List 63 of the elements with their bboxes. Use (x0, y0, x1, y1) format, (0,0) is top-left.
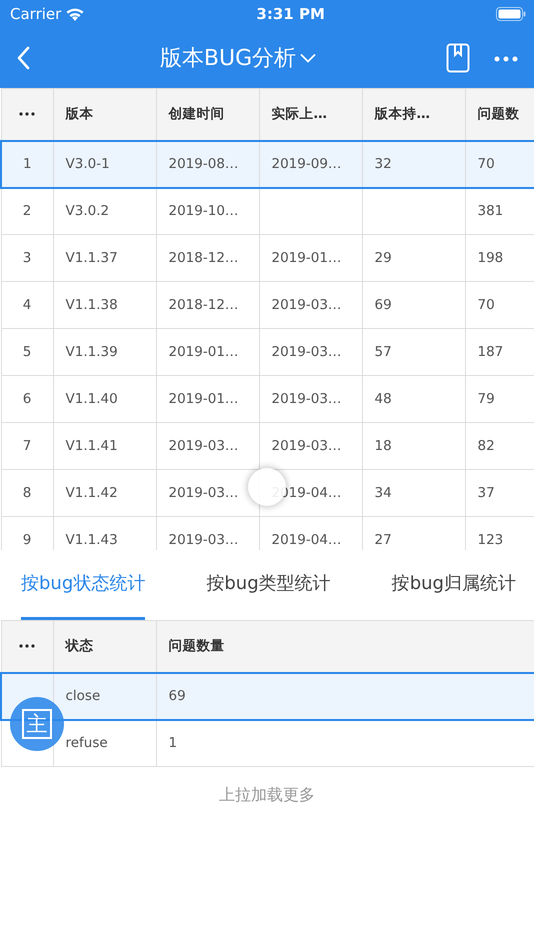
chevron-down-icon (300, 53, 316, 63)
row-number: 6 (1, 376, 53, 422)
table-cell: 70 (465, 140, 534, 188)
row-number: 8 (1, 470, 53, 516)
table-cell: 2019-03… (259, 376, 362, 422)
column-header: 创建时间 (156, 88, 259, 140)
table-cell: V1.1.42 (53, 470, 156, 516)
table-cell: 2018-12… (156, 234, 259, 282)
more-icon[interactable] (19, 644, 35, 648)
table-cell: 32 (362, 140, 465, 188)
bookmark-icon (446, 43, 470, 73)
battery-icon (496, 7, 526, 21)
table-cell: 57 (362, 328, 465, 376)
column-header: 版本 (53, 88, 156, 140)
column-header: 实际上… (259, 88, 362, 140)
more-icon[interactable] (19, 112, 35, 116)
table-cell: V1.1.37 (53, 234, 156, 282)
row-number: 4 (1, 282, 53, 328)
back-button[interactable] (16, 46, 30, 70)
table-cell: 69 (156, 672, 534, 720)
table-cell: 2019-01… (259, 234, 362, 282)
table-cell: 18 (362, 422, 465, 470)
row-number: 1 (1, 140, 53, 188)
floating-action-button[interactable]: 主 (10, 697, 64, 751)
clock-time: 3:31 PM (256, 4, 325, 25)
bookmark-button[interactable] (446, 43, 470, 73)
row-number: 5 (1, 328, 53, 376)
table-cell: 2019-08… (156, 140, 259, 188)
table-cell: V1.1.40 (53, 376, 156, 422)
column-header: 问题数 (465, 88, 534, 140)
row-number: 7 (1, 422, 53, 470)
table-cell: 34 (362, 470, 465, 516)
back-icon (16, 46, 30, 70)
table-cell: V1.1.39 (53, 328, 156, 376)
row-number: 2 (1, 188, 53, 234)
table-cell: V1.1.38 (53, 282, 156, 328)
load-more-hint: 上拉加载更多 (218, 784, 316, 806)
table-cell: 48 (362, 376, 465, 422)
tab[interactable]: 按bug类型统计 (206, 550, 331, 620)
table-cell: 2019-03… (259, 328, 362, 376)
row-number: 3 (1, 234, 53, 282)
table-cell: 2019-01… (156, 376, 259, 422)
table-cell: V3.0-1 (53, 140, 156, 188)
tab[interactable]: 按bug归属统计 (392, 550, 516, 620)
table-cell: 69 (362, 282, 465, 328)
column-header: 问题数量 (156, 620, 534, 672)
table-cell: close (53, 672, 156, 720)
table-cell: 2019-10… (156, 188, 259, 234)
table-cell: 29 (362, 234, 465, 282)
title-dropdown[interactable]: 版本BUG分析 (160, 42, 316, 74)
carrier-label: Carrier (10, 4, 62, 25)
table-cell: 2018-12… (156, 282, 259, 328)
column-header: 版本持… (362, 88, 465, 140)
table-cell: 2019-01… (156, 328, 259, 376)
table-cell: 2019-09… (259, 140, 362, 188)
wifi-icon (65, 6, 86, 22)
row-number: 9 (1, 516, 53, 550)
more-icon (494, 56, 518, 62)
table-cell: V1.1.41 (53, 422, 156, 470)
column-header: 状态 (53, 620, 156, 672)
table-cell: V3.0.2 (53, 188, 156, 234)
table-cell: 2019-03… (259, 282, 362, 328)
table-cell: 2019-03… (156, 422, 259, 470)
